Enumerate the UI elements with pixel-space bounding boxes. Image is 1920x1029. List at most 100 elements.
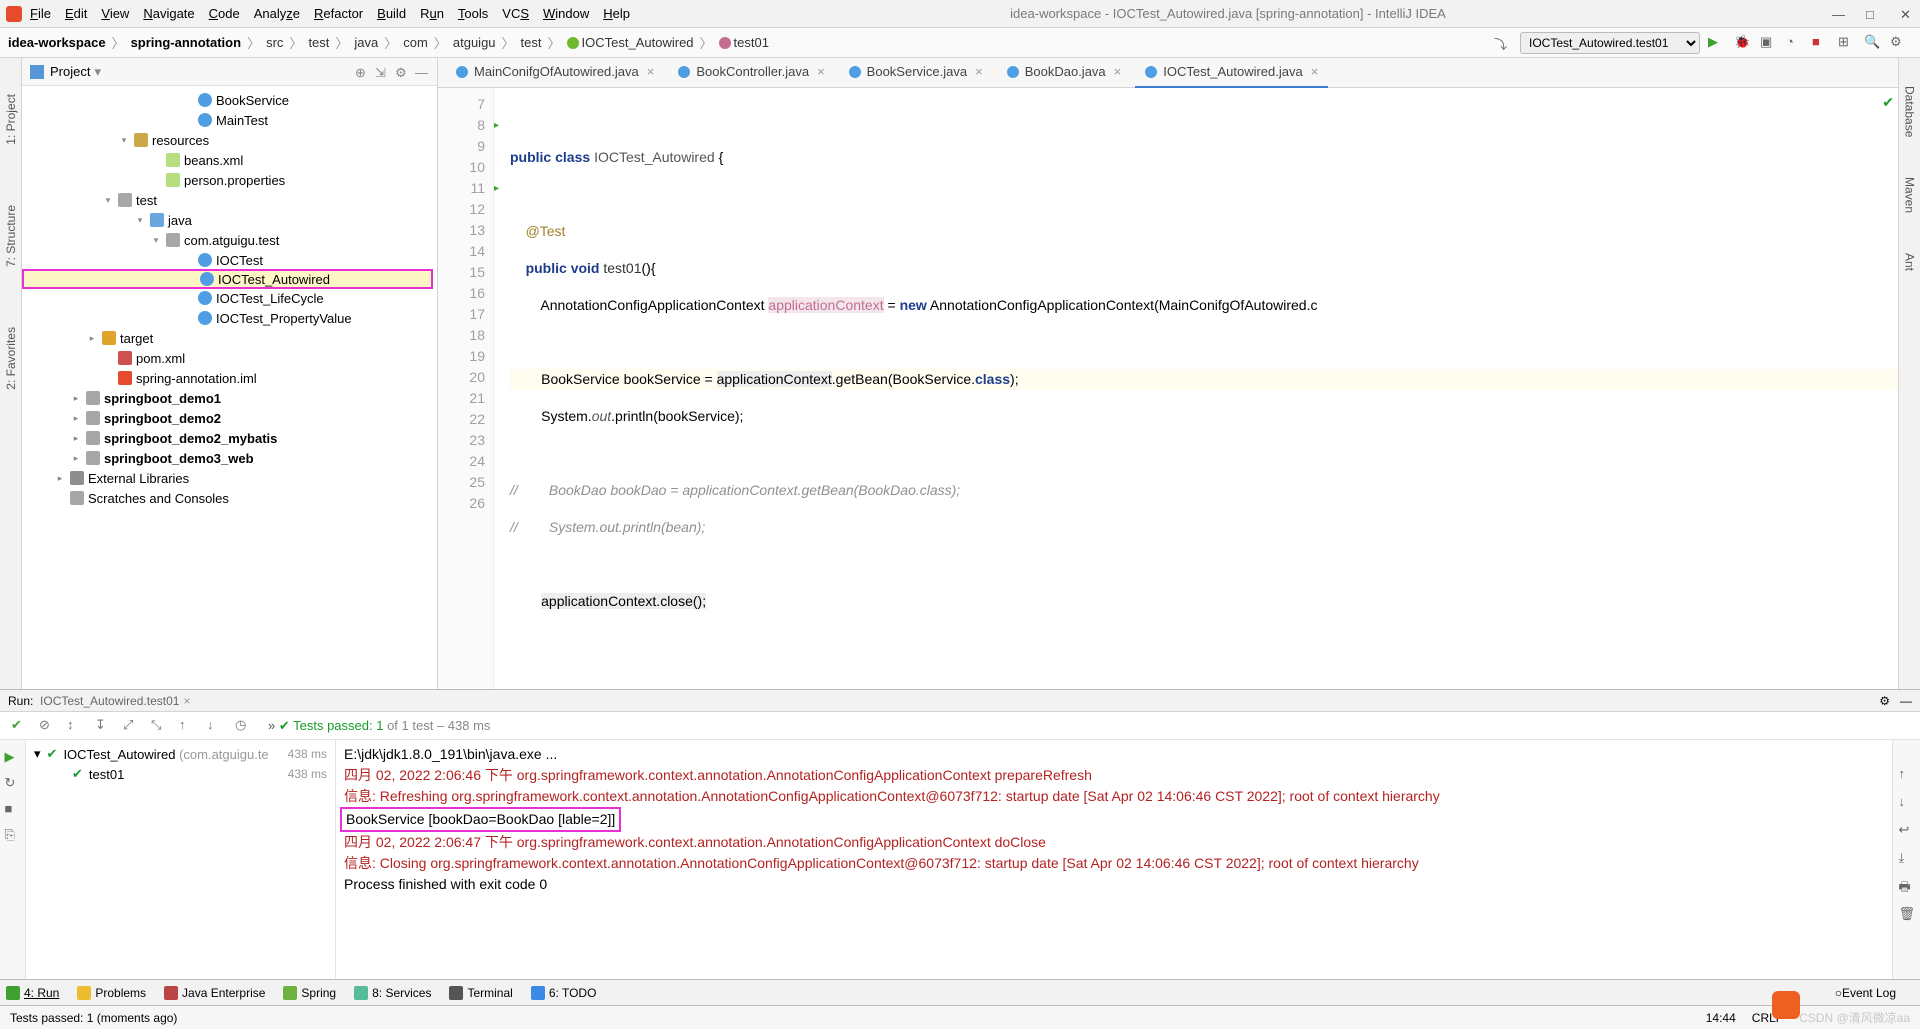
console-output[interactable]: E:\jdk\jdk1.8.0_191\bin\java.exe ... 四月 … (336, 740, 1892, 979)
tab-project[interactable]: 1: Project (4, 94, 18, 145)
menu-vcs[interactable]: VCS (502, 6, 529, 21)
tab-favorites[interactable]: 2: Favorites (4, 327, 18, 390)
highlighted-output: BookService [bookDao=BookDao [lable=2]] (340, 807, 621, 832)
tab-problems[interactable]: Problems (77, 986, 146, 1000)
breadcrumb-module[interactable]: spring-annotation (131, 35, 242, 50)
minimize-button[interactable]: — (1832, 7, 1846, 21)
build-button[interactable]: ⤵ (1494, 34, 1512, 52)
down-stack-button[interactable]: ↓ (1899, 794, 1915, 810)
menubar: File Edit View Navigate Code Analyze Ref… (0, 0, 1920, 28)
breadcrumb-testpkg[interactable]: test (521, 35, 542, 50)
breadcrumb-class[interactable]: IOCTest_Autowired (582, 35, 694, 50)
tab-ant[interactable]: Ant (1903, 253, 1917, 271)
close-icon[interactable]: × (647, 64, 655, 79)
right-tool-strip: Database Maven Ant (1898, 58, 1920, 689)
show-passed-button[interactable]: ✔ (11, 717, 29, 735)
code-editor[interactable]: 7891011121314151617181920212223242526 pu… (438, 88, 1898, 689)
code-content[interactable]: public class IOCTest_Autowired { @Test p… (494, 88, 1898, 689)
watermark: CSDN @清风微凉aa (1799, 1009, 1910, 1026)
locate-button[interactable]: ⊕ (355, 65, 369, 79)
close-button[interactable]: ✕ (1900, 7, 1914, 21)
app-icon (6, 6, 22, 22)
tab-structure[interactable]: 7: Structure (4, 205, 18, 267)
tab-4[interactable]: IOCTest_Autowired.java× (1135, 58, 1328, 88)
tab-todo[interactable]: 6: TODO (531, 986, 597, 1000)
breadcrumb-root[interactable]: idea-workspace (8, 35, 106, 50)
menu-code[interactable]: Code (209, 6, 240, 21)
run-config-select[interactable]: IOCTest_Autowired.test01 (1520, 32, 1700, 54)
profile-button[interactable]: ◔ (1786, 34, 1804, 52)
collapse-button[interactable]: ⤡ (151, 717, 169, 735)
project-tree[interactable]: BookService MainTest ▾resources beans.xm… (22, 86, 437, 689)
scroll-end-button[interactable]: ⤓ (1899, 850, 1915, 866)
inspections-ok-icon[interactable]: ✔ (1882, 94, 1894, 111)
soft-wrap-button[interactable]: ↩ (1899, 822, 1915, 838)
maximize-button[interactable]: □ (1866, 7, 1880, 21)
menu-help[interactable]: Help (603, 6, 630, 21)
coverage-button[interactable]: ▣ (1760, 34, 1778, 52)
menu-navigate[interactable]: Navigate (143, 6, 194, 21)
tab-terminal[interactable]: Terminal (449, 986, 512, 1000)
menu-file[interactable]: File (30, 6, 51, 21)
tab-database[interactable]: Database (1903, 86, 1917, 137)
tab-2[interactable]: BookService.java× (839, 58, 993, 88)
test-tree[interactable]: ▾✔IOCTest_Autowired (com.atguigu.te438 m… (26, 740, 336, 979)
hide-run-button[interactable]: — (1900, 694, 1912, 708)
menu-view[interactable]: View (101, 6, 129, 21)
up-button[interactable]: ↑ (179, 717, 197, 735)
settings-icon[interactable]: ⚙ (395, 65, 409, 79)
gutter[interactable]: 7891011121314151617181920212223242526 (438, 88, 494, 689)
history-button[interactable]: ◷ (235, 717, 253, 735)
tests-summary: » ✔ Tests passed: 1 of 1 test – 438 ms (268, 718, 490, 734)
run-button[interactable]: ▶ (1708, 34, 1726, 52)
tab-spring[interactable]: Spring (283, 986, 336, 1000)
show-ignored-button[interactable]: ⊘ (39, 717, 57, 735)
menu-analyze[interactable]: Analyze (254, 6, 300, 21)
breadcrumb-java[interactable]: java (354, 35, 378, 50)
dump-button[interactable]: ⎘ (5, 827, 21, 843)
gear-icon[interactable]: ⚙ (1879, 694, 1890, 708)
menu-tools[interactable]: Tools (458, 6, 488, 21)
tab-1[interactable]: BookController.java× (668, 58, 834, 88)
project-head-label: Project (50, 64, 90, 79)
search-everywhere-button[interactable]: 🔍 (1864, 34, 1882, 52)
event-log-button[interactable]: ○ Event Log (1835, 986, 1896, 1000)
folder-icon (30, 65, 44, 79)
expand-button[interactable]: ⤢ (123, 717, 141, 735)
menu-run[interactable]: Run (420, 6, 444, 21)
breadcrumb-method[interactable]: test01 (734, 35, 769, 50)
tab-3[interactable]: BookDao.java× (997, 58, 1132, 88)
breadcrumb-test[interactable]: test (308, 35, 329, 50)
menu-build[interactable]: Build (377, 6, 406, 21)
stop-tests-button[interactable]: ■ (5, 801, 21, 817)
sort-button[interactable]: ↕ (67, 717, 85, 735)
down-button[interactable]: ↓ (207, 717, 225, 735)
sort-abc-button[interactable]: ↧ (95, 717, 113, 735)
expand-all-button[interactable]: ⇲ (375, 65, 389, 79)
tab-run-bottom[interactable]: 4: Run (6, 986, 59, 1000)
menu-refactor[interactable]: Refactor (314, 6, 363, 21)
breadcrumb-atguigu[interactable]: atguigu (453, 35, 496, 50)
rerun-button[interactable]: ▶ (5, 749, 21, 765)
stop-button[interactable]: ■ (1812, 34, 1830, 52)
menu-window[interactable]: Window (543, 6, 589, 21)
tab-maven[interactable]: Maven (1903, 177, 1917, 213)
tab-services[interactable]: 8: Services (354, 986, 431, 1000)
status-text: Tests passed: 1 (moments ago) (10, 1011, 177, 1025)
tab-0[interactable]: MainConifgOfAutowired.java× (446, 58, 664, 88)
toggle-autotest-button[interactable]: ↻ (5, 775, 21, 791)
breadcrumb-com[interactable]: com (403, 35, 428, 50)
run-config-label: IOCTest_Autowired.test01 (40, 694, 179, 708)
settings-button[interactable]: ⚙ (1890, 34, 1908, 52)
clear-button[interactable]: 🗑 (1899, 906, 1915, 922)
print-button[interactable]: 🖶 (1899, 878, 1915, 894)
breadcrumb-src[interactable]: src (266, 35, 283, 50)
menu-edit[interactable]: Edit (65, 6, 87, 21)
tab-jee[interactable]: Java Enterprise (164, 986, 265, 1000)
up-stack-button[interactable]: ↑ (1899, 766, 1915, 782)
debug-button[interactable]: 🐞 (1734, 34, 1752, 52)
hide-button[interactable]: — (415, 65, 429, 79)
caret-position[interactable]: 14:44 (1706, 1011, 1736, 1025)
structure-button[interactable]: ⊞ (1838, 34, 1856, 52)
editor-area: MainConifgOfAutowired.java× BookControll… (438, 58, 1898, 689)
